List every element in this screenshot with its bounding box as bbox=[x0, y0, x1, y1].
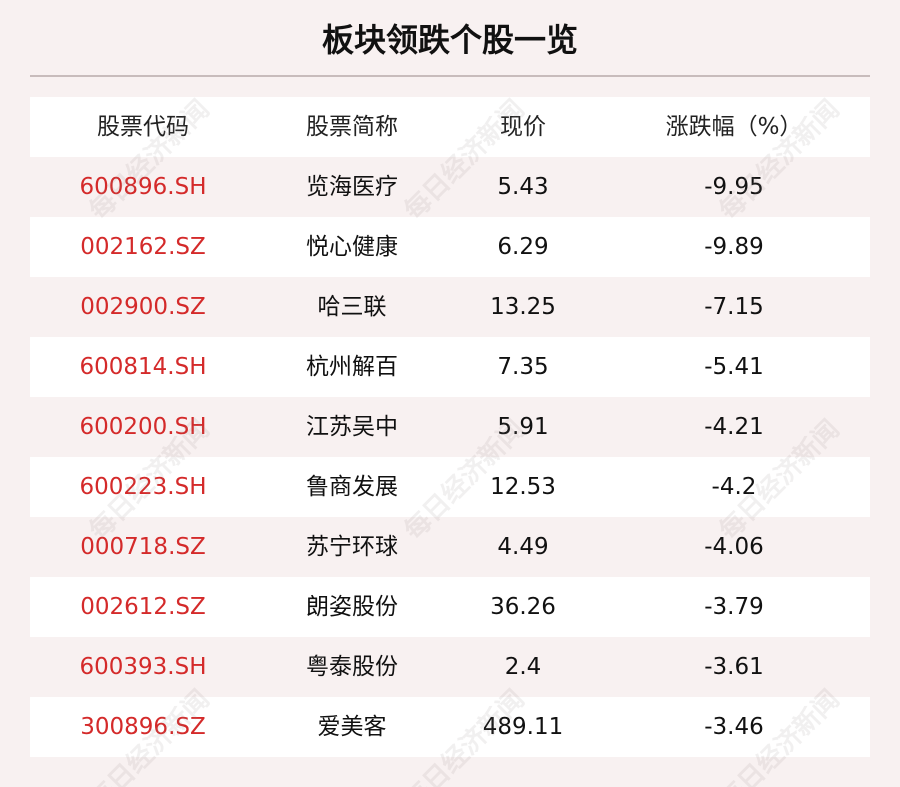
table-row: 002162.SZ 悦心健康 6.29 -9.89 bbox=[30, 217, 870, 277]
stock-change: -7.15 bbox=[704, 294, 764, 320]
header-code: 股票代码 bbox=[97, 114, 189, 140]
stock-code: 600393.SH bbox=[79, 654, 207, 680]
stock-name: 悦心健康 bbox=[306, 234, 398, 260]
stock-name: 爱美客 bbox=[317, 714, 387, 740]
table-row: 000718.SZ 苏宁环球 4.49 -4.06 bbox=[30, 517, 870, 577]
stock-name: 杭州解百 bbox=[306, 354, 398, 380]
stock-code: 600814.SH bbox=[79, 354, 207, 380]
stock-price: 5.91 bbox=[497, 414, 549, 440]
stock-price: 5.43 bbox=[497, 174, 549, 200]
stock-name: 苏宁环球 bbox=[306, 534, 398, 560]
stock-change: -4.2 bbox=[711, 474, 757, 500]
stock-change: -4.06 bbox=[704, 534, 764, 560]
page-title: 板块领跌个股一览 bbox=[321, 21, 578, 59]
header-price: 现价 bbox=[500, 114, 546, 140]
stock-price: 7.35 bbox=[497, 354, 549, 380]
stock-price: 13.25 bbox=[490, 294, 556, 320]
stock-price: 36.26 bbox=[490, 594, 556, 620]
header-change: 涨跌幅（%） bbox=[665, 114, 803, 140]
stock-price: 4.49 bbox=[497, 534, 549, 560]
stock-change: -3.79 bbox=[704, 594, 764, 620]
stock-name: 粤泰股份 bbox=[306, 654, 398, 680]
table-row: 600200.SH 江苏吴中 5.91 -4.21 bbox=[30, 397, 870, 457]
stock-code: 300896.SZ bbox=[80, 714, 206, 740]
table-row: 600896.SH 览海医疗 5.43 -9.95 bbox=[30, 157, 870, 217]
stock-change: -3.61 bbox=[704, 654, 764, 680]
stock-code: 600223.SH bbox=[79, 474, 207, 500]
table-row: 600814.SH 杭州解百 7.35 -5.41 bbox=[30, 337, 870, 397]
stock-name: 览海医疗 bbox=[306, 174, 398, 200]
table-row: 002900.SZ 哈三联 13.25 -7.15 bbox=[30, 277, 870, 337]
stock-price: 6.29 bbox=[497, 234, 549, 260]
stock-name: 鲁商发展 bbox=[306, 474, 398, 500]
stock-code: 002900.SZ bbox=[80, 294, 206, 320]
table-row: 600223.SH 鲁商发展 12.53 -4.2 bbox=[30, 457, 870, 517]
stock-name: 哈三联 bbox=[317, 294, 387, 320]
stock-change: -5.41 bbox=[704, 354, 764, 380]
stock-change: -4.21 bbox=[704, 414, 764, 440]
table-row: 600393.SH 粤泰股份 2.4 -3.61 bbox=[30, 637, 870, 697]
stock-change: -9.89 bbox=[704, 234, 764, 260]
stock-code: 600896.SH bbox=[79, 174, 207, 200]
stock-code: 002612.SZ bbox=[80, 594, 206, 620]
stock-name: 朗姿股份 bbox=[306, 594, 398, 620]
stock-name: 江苏吴中 bbox=[306, 414, 398, 440]
stock-change: -9.95 bbox=[704, 174, 764, 200]
stock-code: 000718.SZ bbox=[80, 534, 206, 560]
stock-change: -3.46 bbox=[704, 714, 764, 740]
stock-code: 600200.SH bbox=[79, 414, 207, 440]
stock-price: 2.4 bbox=[504, 654, 542, 680]
stock-code: 002162.SZ bbox=[80, 234, 206, 260]
stock-price: 489.11 bbox=[482, 714, 564, 740]
table-row: 002612.SZ 朗姿股份 36.26 -3.79 bbox=[30, 577, 870, 637]
stock-price: 12.53 bbox=[490, 474, 556, 500]
table-row: 300896.SZ 爱美客 489.11 -3.46 bbox=[30, 697, 870, 757]
title-divider bbox=[30, 75, 870, 77]
stock-table: 股票代码 股票简称 现价 涨跌幅（%） 600896.SH 览海医疗 5.43 … bbox=[30, 97, 870, 757]
table-header-row: 股票代码 股票简称 现价 涨跌幅（%） bbox=[30, 97, 870, 157]
header-name: 股票简称 bbox=[306, 114, 398, 140]
